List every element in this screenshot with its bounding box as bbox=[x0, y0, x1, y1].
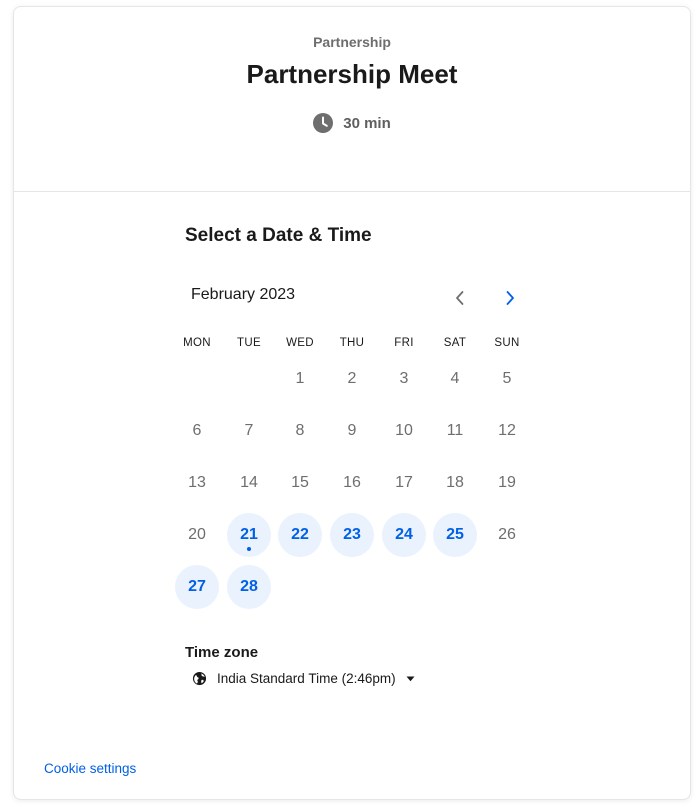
weekday-label: TUE bbox=[237, 337, 261, 349]
calendar-day: 9 bbox=[330, 409, 374, 453]
event-header: Partnership Partnership Meet 30 min bbox=[14, 7, 690, 192]
event-title: Partnership Meet bbox=[246, 59, 458, 89]
calendar-day: 10 bbox=[382, 409, 426, 453]
weekday-label: THU bbox=[339, 337, 365, 349]
calendar-day-label: 11 bbox=[446, 422, 464, 439]
timezone-title: Time zone bbox=[185, 644, 259, 661]
weekday-label: MON bbox=[183, 337, 211, 349]
event-duration: 30 min bbox=[14, 113, 690, 133]
calendar-day-label: 1 bbox=[295, 370, 305, 387]
calendar-day-label: 17 bbox=[395, 474, 413, 491]
month-label: February 2023 bbox=[191, 286, 296, 303]
calendar-day: 5 bbox=[485, 357, 529, 401]
calendar-day-label: 24 bbox=[395, 526, 413, 543]
calendar-day: 15 bbox=[278, 461, 322, 505]
calendar-day: 19 bbox=[485, 461, 529, 505]
calendar-day-label: 26 bbox=[498, 526, 516, 543]
calendar-day-available[interactable]: 23 bbox=[330, 513, 374, 557]
caret-down-icon bbox=[406, 676, 415, 682]
cookie-settings-link[interactable]: Cookie settings bbox=[44, 761, 136, 776]
section-title: Select a Date & Time bbox=[185, 225, 372, 246]
weekday-label: WED bbox=[286, 337, 314, 349]
calendar-day: 17 bbox=[382, 461, 426, 505]
calendar-day-label: 23 bbox=[343, 526, 361, 543]
calendar-day: 13 bbox=[175, 461, 219, 505]
calendar-day-label: 12 bbox=[498, 422, 516, 439]
calendar-day: 2 bbox=[330, 357, 374, 401]
calendar-day: 1 bbox=[278, 357, 322, 401]
calendar-day-available[interactable]: 25 bbox=[433, 513, 477, 557]
calendar-day-available[interactable]: 24 bbox=[382, 513, 426, 557]
calendar-day: 18 bbox=[433, 461, 477, 505]
booking-card: Partnership Partnership Meet 30 min Sele… bbox=[13, 6, 691, 800]
organizer-name: Partnership bbox=[313, 34, 391, 50]
calendar-day-label: 16 bbox=[343, 474, 361, 491]
calendar-day: 26 bbox=[485, 513, 529, 557]
today-indicator-dot bbox=[247, 547, 251, 551]
calendar-day-label: 2 bbox=[347, 370, 357, 387]
previous-month-button[interactable] bbox=[445, 285, 475, 315]
next-month-button[interactable] bbox=[495, 285, 525, 315]
calendar-day-label: 18 bbox=[446, 474, 464, 491]
calendar-day-available[interactable]: 21 bbox=[227, 513, 271, 557]
calendar-day-label: 15 bbox=[291, 474, 309, 491]
calendar-day: 4 bbox=[433, 357, 477, 401]
calendar-day-label: 13 bbox=[188, 474, 206, 491]
duration-label: 30 min bbox=[343, 114, 391, 132]
calendar-day-label: 6 bbox=[192, 422, 202, 439]
calendar-day-label: 22 bbox=[291, 526, 309, 543]
chevron-left-icon bbox=[454, 290, 466, 311]
calendar-day-label: 28 bbox=[240, 578, 258, 595]
weekday-label: FRI bbox=[394, 337, 414, 349]
calendar-day-available[interactable]: 27 bbox=[175, 565, 219, 609]
calendar-day-label: 3 bbox=[399, 370, 409, 387]
calendar-day-available[interactable]: 28 bbox=[227, 565, 271, 609]
weekday-label: SAT bbox=[443, 337, 467, 349]
calendar-day-label: 25 bbox=[446, 526, 464, 543]
globe-icon bbox=[192, 671, 207, 686]
clock-icon bbox=[313, 113, 334, 133]
calendar-day-label: 4 bbox=[450, 370, 460, 387]
calendar-day-label: 7 bbox=[244, 422, 254, 439]
chevron-right-icon bbox=[504, 290, 516, 311]
calendar-day: 7 bbox=[227, 409, 271, 453]
calendar-day: 6 bbox=[175, 409, 219, 453]
calendar-day-label: 5 bbox=[502, 370, 512, 387]
calendar-day-label: 21 bbox=[240, 526, 258, 543]
calendar-day-label: 8 bbox=[295, 422, 305, 439]
calendar-day: 14 bbox=[227, 461, 271, 505]
calendar-day: 8 bbox=[278, 409, 322, 453]
calendar-day-label: 20 bbox=[188, 526, 206, 543]
calendar-day: 16 bbox=[330, 461, 374, 505]
calendar-day-label: 9 bbox=[347, 422, 357, 439]
timezone-value: India Standard Time (2:46pm) bbox=[217, 671, 396, 686]
calendar-day-label: 10 bbox=[395, 422, 413, 439]
calendar-day: 12 bbox=[485, 409, 529, 453]
calendar-day-label: 19 bbox=[498, 474, 516, 491]
calendar-day: 20 bbox=[175, 513, 219, 557]
calendar-day-label: 27 bbox=[188, 578, 206, 595]
weekday-label: SUN bbox=[494, 337, 520, 349]
calendar-day: 11 bbox=[433, 409, 477, 453]
calendar-day: 3 bbox=[382, 357, 426, 401]
calendar-day-label: 14 bbox=[240, 474, 258, 491]
calendar-day-available[interactable]: 22 bbox=[278, 513, 322, 557]
timezone-select[interactable]: India Standard Time (2:46pm) bbox=[192, 671, 415, 686]
